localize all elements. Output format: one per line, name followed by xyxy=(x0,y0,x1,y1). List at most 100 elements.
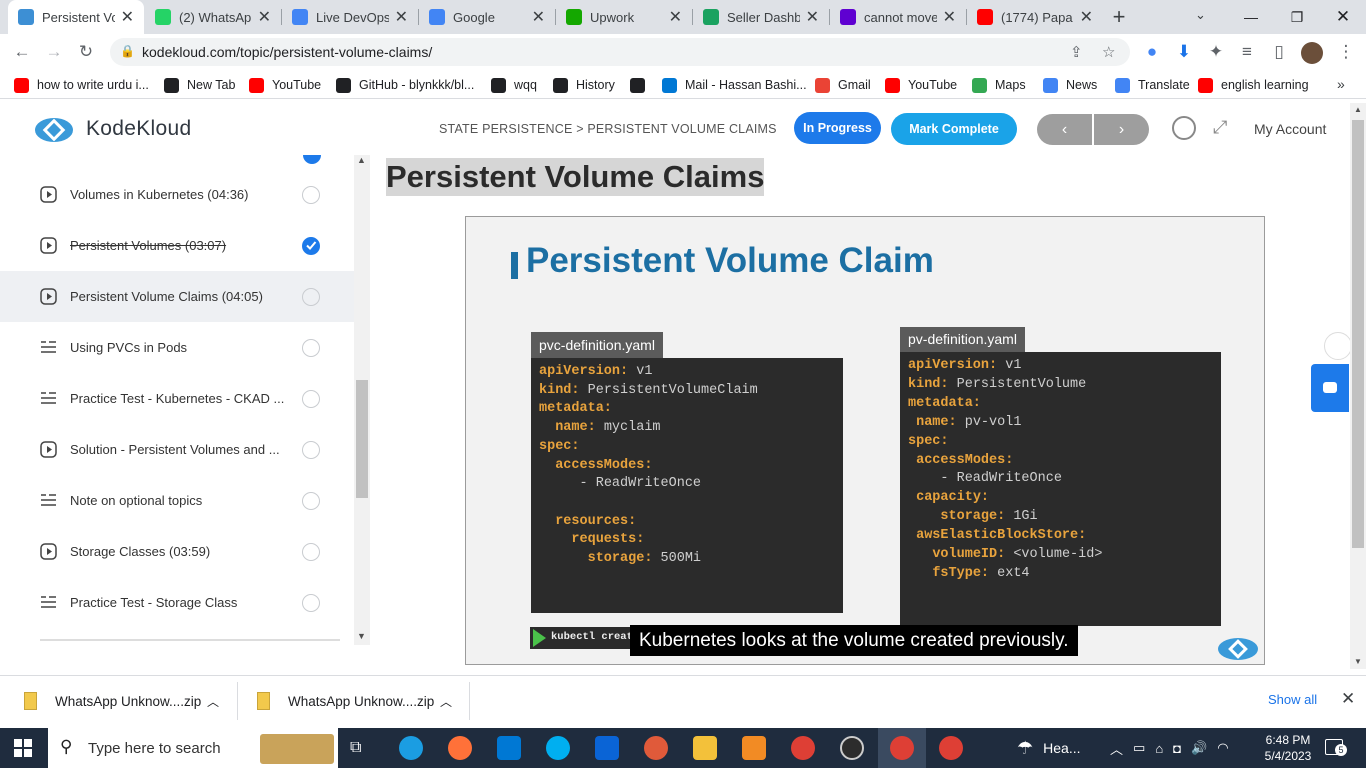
bookmark-item[interactable]: YouTube xyxy=(249,75,321,95)
incomplete-circle-icon[interactable] xyxy=(302,338,320,357)
task-view-icon[interactable]: ⧉ xyxy=(350,739,361,757)
download-chevron-icon[interactable]: ︿ xyxy=(440,693,452,710)
bookmark-item[interactable]: History xyxy=(553,75,615,95)
media-control-icon[interactable]: ≡ xyxy=(1233,38,1261,66)
page-scroll-thumb[interactable] xyxy=(1352,120,1364,548)
show-all-downloads-button[interactable]: Show all xyxy=(1268,692,1317,707)
page-scrollbar[interactable]: ▲ ▼ xyxy=(1350,103,1366,669)
bookmark-item[interactable]: wqq xyxy=(491,75,537,95)
tab-close-icon[interactable]: ✕ xyxy=(121,7,134,27)
sidebar-scroll-up-icon[interactable]: ▲ xyxy=(357,155,366,165)
edge-icon[interactable] xyxy=(399,736,423,760)
bookmark-item[interactable]: YouTube xyxy=(885,75,957,95)
browser-tab[interactable]: (2) WhatsApp ✕ xyxy=(145,0,281,34)
completed-check-icon[interactable] xyxy=(302,236,320,255)
bookmark-item[interactable]: Mail - Hassan Bashi... xyxy=(662,75,807,95)
address-bar[interactable]: 🔒 kodekloud.com/topic/persistent-volume-… xyxy=(110,38,1130,66)
tab-close-icon[interactable]: ✕ xyxy=(1080,7,1093,27)
extensions-puzzle-icon[interactable]: ✦ xyxy=(1202,38,1230,66)
tab-close-icon[interactable]: ✕ xyxy=(395,7,408,27)
browser-tab[interactable]: Live DevOps I ✕ xyxy=(282,0,418,34)
clock[interactable]: 6:48 PM 5/4/2023 xyxy=(1262,732,1314,764)
tab-close-icon[interactable]: ✕ xyxy=(532,7,545,27)
video-slide[interactable]: Persistent Volume Claim pvc-definition.y… xyxy=(465,216,1265,665)
incomplete-circle-icon[interactable] xyxy=(302,593,320,612)
fullscreen-icon[interactable]: ⤢ xyxy=(1213,117,1227,138)
tab-search-icon[interactable]: ⌄ xyxy=(1195,7,1206,23)
sidebar-scrollbar[interactable]: ▲ ▼ xyxy=(354,155,370,645)
back-button[interactable]: ← xyxy=(8,38,36,66)
bookmark-star-icon[interactable]: ☆ xyxy=(1102,43,1115,61)
sidebar-scroll-thumb[interactable] xyxy=(356,380,368,498)
browser-tab[interactable]: Google ✕ xyxy=(419,0,555,34)
next-lesson-button[interactable]: › xyxy=(1094,114,1149,145)
my-account-link[interactable]: My Account xyxy=(1254,121,1326,137)
restore-button[interactable]: ❐ xyxy=(1274,0,1320,34)
forward-button[interactable]: → xyxy=(40,38,68,66)
bookmark-item[interactable]: how to write urdu i... xyxy=(14,75,149,95)
tab-close-icon[interactable]: ✕ xyxy=(669,7,682,27)
lesson-item[interactable]: Using PVCs in Pods xyxy=(0,322,354,373)
mic-extension-icon[interactable]: ● xyxy=(1138,38,1166,66)
browser-tab[interactable]: Seller Dashbo ✕ xyxy=(693,0,829,34)
firefox-icon[interactable] xyxy=(448,736,472,760)
chrome-icon[interactable] xyxy=(791,736,815,760)
notification-center-icon[interactable]: 5 xyxy=(1325,739,1347,756)
new-tab-button[interactable]: + xyxy=(1106,5,1132,31)
minimize-button[interactable]: — xyxy=(1228,0,1274,34)
swift-app-icon[interactable] xyxy=(644,736,668,760)
incomplete-circle-icon[interactable] xyxy=(302,491,320,510)
bookmark-item[interactable]: english learning xyxy=(1198,75,1309,95)
tab-close-icon[interactable]: ✕ xyxy=(943,7,956,27)
volume-icon[interactable]: 🔊 xyxy=(1191,740,1207,756)
browser-tab[interactable]: Persistent Vol ✕ xyxy=(8,0,144,34)
bookmark-item[interactable]: Gmail xyxy=(815,75,871,95)
incomplete-circle-icon[interactable] xyxy=(302,185,320,204)
chrome-h-profile-icon[interactable] xyxy=(939,736,963,760)
in-progress-badge[interactable]: In Progress xyxy=(794,112,881,144)
store-icon[interactable] xyxy=(497,736,521,760)
battery-icon[interactable]: ▭ xyxy=(1133,740,1145,756)
mail-icon[interactable] xyxy=(595,736,619,760)
breadcrumb[interactable]: STATE PERSISTENCE > PERSISTENT VOLUME CL… xyxy=(439,122,777,136)
network-device-icon[interactable]: ⌂ xyxy=(1155,741,1163,756)
browser-tab[interactable]: Upwork ✕ xyxy=(556,0,692,34)
profile-avatar[interactable] xyxy=(1301,42,1323,64)
page-scroll-up-icon[interactable]: ▲ xyxy=(1354,105,1362,114)
taskbar-search-box[interactable]: ⚲ Type here to search xyxy=(48,728,338,768)
mark-complete-button[interactable]: Mark Complete xyxy=(891,113,1017,145)
side-panel-icon[interactable]: ▯ xyxy=(1265,38,1293,66)
file-explorer-icon[interactable] xyxy=(693,736,717,760)
tab-close-icon[interactable]: ✕ xyxy=(258,7,271,27)
lesson-item[interactable]: Note on optional topics xyxy=(0,475,354,526)
lesson-item[interactable]: Volumes in Kubernetes (04:36) xyxy=(0,169,354,220)
lesson-item[interactable]: Practice Test - Kubernetes - CKAD ... xyxy=(0,373,354,424)
settings-app-icon[interactable] xyxy=(742,736,766,760)
reload-button[interactable]: ↻ xyxy=(72,38,100,66)
partial-lesson-row[interactable] xyxy=(40,639,340,645)
voice-mic-widget-icon[interactable] xyxy=(1324,332,1352,360)
obs-icon[interactable] xyxy=(840,736,864,760)
lesson-item[interactable]: Persistent Volume Claims (04:05) xyxy=(0,271,354,322)
sidebar-scroll-down-icon[interactable]: ▼ xyxy=(357,631,366,641)
bookmark-item[interactable]: Maps xyxy=(972,75,1026,95)
browser-tab[interactable]: cannot move ✕ xyxy=(830,0,966,34)
chat-widget-button[interactable] xyxy=(1311,364,1349,412)
close-downloads-icon[interactable]: ✕ xyxy=(1341,689,1355,709)
lesson-item[interactable]: Practice Test - Storage Class xyxy=(0,577,354,628)
incomplete-circle-icon[interactable] xyxy=(302,287,320,306)
incomplete-circle-icon[interactable] xyxy=(302,389,320,408)
incomplete-circle-icon[interactable] xyxy=(302,542,320,561)
share-icon[interactable]: ⇪ xyxy=(1070,43,1083,61)
close-window-button[interactable]: ✕ xyxy=(1320,0,1366,34)
lesson-item[interactable]: Persistent Volumes (03:07) xyxy=(0,220,354,271)
browser-tab[interactable]: (1774) Papa J ✕ xyxy=(967,0,1103,34)
lesson-item[interactable]: Solution - Persistent Volumes and ... xyxy=(0,424,354,475)
chrome-profile-icon[interactable] xyxy=(890,736,914,760)
download-item[interactable]: WhatsApp Unknow....zip ︿ xyxy=(24,676,237,726)
lesson-item[interactable]: Storage Classes (03:59) xyxy=(0,526,354,577)
bookmark-item[interactable]: New Tab xyxy=(164,75,235,95)
browser-menu-icon[interactable]: ⋮ xyxy=(1332,38,1360,66)
previous-lesson-button[interactable]: ‹ xyxy=(1037,114,1092,145)
weather-widget[interactable]: ☂ Hea... xyxy=(1017,728,1081,768)
